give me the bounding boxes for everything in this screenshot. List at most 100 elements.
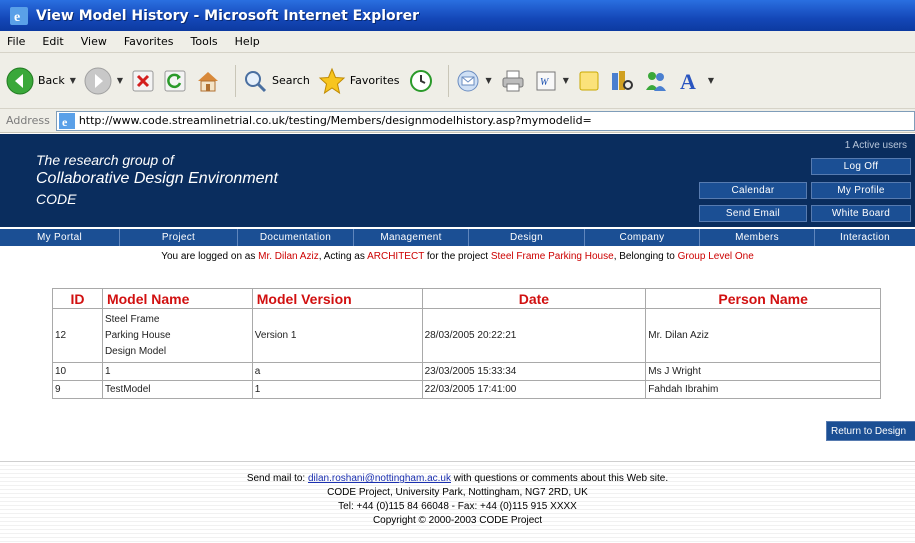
ie-app-icon: e xyxy=(10,6,28,25)
main-nav: My Portal Project Documentation Manageme… xyxy=(0,229,915,246)
search-icon xyxy=(245,70,267,92)
menu-view[interactable]: View xyxy=(81,35,107,48)
home-icon xyxy=(198,71,219,91)
nav-my-portal[interactable]: My Portal xyxy=(0,229,120,246)
cell-id: 12 xyxy=(52,308,103,363)
cell-date: 23/03/2005 15:33:34 xyxy=(421,362,647,381)
address-url: http://www.code.streamlinetrial.co.uk/te… xyxy=(78,114,592,127)
white-board-button[interactable]: White Board xyxy=(811,205,911,222)
cell-model-name: 1 xyxy=(101,362,253,381)
nav-interaction[interactable]: Interaction xyxy=(815,229,915,246)
window-titlebar: e View Model History - Microsoft Interne… xyxy=(0,0,915,31)
menu-help[interactable]: Help xyxy=(235,35,260,48)
model-name-line: Design Model xyxy=(104,345,167,357)
nav-management[interactable]: Management xyxy=(354,229,469,246)
word-doc-icon: W xyxy=(536,71,556,90)
messenger-people-icon xyxy=(645,71,666,91)
footer-mail-line: Send mail to: dilan.roshani@nottingham.a… xyxy=(0,472,915,486)
font-a-icon: A xyxy=(680,69,696,94)
cell-model-name: TestModel xyxy=(101,380,253,399)
research-books-icon xyxy=(611,70,633,90)
stop-button[interactable] xyxy=(131,69,155,93)
menu-edit[interactable]: Edit xyxy=(42,35,63,48)
model-name-line: Steel Frame xyxy=(104,313,160,325)
back-button[interactable]: Back ▼ xyxy=(6,67,76,95)
printer-icon xyxy=(502,70,524,91)
edit-dropdown-icon[interactable]: ▼ xyxy=(563,76,569,85)
address-bar: Address e http://www.code.streamlinetria… xyxy=(0,109,915,133)
footer-text: Send mail to: dilan.roshani@nottingham.a… xyxy=(0,472,915,528)
toolbar-separator xyxy=(447,64,449,97)
mail-button[interactable]: ▼ xyxy=(455,68,492,94)
messenger-button[interactable] xyxy=(643,68,669,94)
stop-icon xyxy=(132,70,154,91)
cell-model-version: Version 1 xyxy=(251,308,423,363)
nav-company[interactable]: Company xyxy=(585,229,700,246)
forward-button[interactable]: ▼ xyxy=(84,67,123,95)
research-button[interactable] xyxy=(609,68,635,94)
logged-project: Steel Frame Parking House xyxy=(490,251,614,262)
model-name-line: Parking House xyxy=(104,329,171,341)
mail-dropdown-icon[interactable]: ▼ xyxy=(486,76,492,85)
font-size-button[interactable]: A ▼ xyxy=(677,68,714,94)
footer-mail-link[interactable]: dilan.roshani@nottingham.ac.uk xyxy=(308,473,451,484)
cell-date: 22/03/2005 17:41:00 xyxy=(421,380,647,399)
menu-file[interactable]: File xyxy=(7,35,25,48)
table-row[interactable]: 9 TestModel 1 22/03/2005 17:41:00 Fahdah… xyxy=(52,380,881,399)
refresh-button[interactable] xyxy=(163,69,187,93)
cell-person-name: Fahdah Ibrahim xyxy=(645,380,881,399)
menu-tools[interactable]: Tools xyxy=(191,35,218,48)
svg-text:e: e xyxy=(14,10,20,25)
nav-members[interactable]: Members xyxy=(700,229,815,246)
table-header-row: ID Model Name Model Version Date Person … xyxy=(52,288,881,309)
footer-mail-prefix: Send mail to: xyxy=(246,473,306,484)
table-row[interactable]: 10 1 a 23/03/2005 15:33:34 Ms J Wright xyxy=(52,362,881,381)
footer-mail-suffix: with questions or comments about this We… xyxy=(453,473,669,484)
discuss-button[interactable] xyxy=(577,69,601,93)
brand-line-1: The research group of xyxy=(36,152,174,168)
cell-model-version: a xyxy=(251,362,423,381)
return-to-design-button[interactable]: Return to Design xyxy=(826,421,915,441)
column-header-date: Date xyxy=(421,288,647,309)
cell-model-version: 1 xyxy=(251,380,423,399)
home-button[interactable] xyxy=(195,68,221,94)
back-dropdown-icon[interactable]: ▼ xyxy=(70,76,76,85)
footer-copyright: Copyright © 2000-2003 CODE Project xyxy=(372,515,543,526)
nav-documentation[interactable]: Documentation xyxy=(238,229,354,246)
favorites-button[interactable]: Favorites xyxy=(318,67,400,95)
refresh-icon xyxy=(164,70,186,91)
mail-icon xyxy=(457,70,479,91)
history-button[interactable] xyxy=(408,68,434,94)
my-profile-button[interactable]: My Profile xyxy=(811,182,911,199)
forward-arrow-icon xyxy=(84,67,112,94)
favorites-star-icon xyxy=(318,67,346,94)
font-dropdown-icon[interactable]: ▼ xyxy=(708,76,714,85)
brand-line-2: Collaborative Design Environment xyxy=(36,170,278,187)
favorites-label: Favorites xyxy=(349,74,400,87)
calendar-button[interactable]: Calendar xyxy=(699,182,807,199)
search-button[interactable]: Search xyxy=(242,68,310,94)
forward-dropdown-icon[interactable]: ▼ xyxy=(117,76,123,85)
logged-for-project: for the project xyxy=(426,251,489,262)
cell-date: 28/03/2005 20:22:21 xyxy=(421,308,647,363)
footer-phone: Tel: +44 (0)115 84 66048 - Fax: +44 (0)1… xyxy=(338,501,577,512)
menu-favorites[interactable]: Favorites xyxy=(124,35,174,48)
logged-on-status: You are logged on as Mr. Dilan Aziz, Act… xyxy=(0,251,915,262)
cell-id: 9 xyxy=(52,380,103,399)
nav-design[interactable]: Design xyxy=(469,229,585,246)
back-arrow-icon xyxy=(6,67,34,94)
browser-toolbar: Back ▼ ▼ Search Favorites ▼ W ▼ A ▼ xyxy=(0,53,915,109)
logged-acting: , Acting as xyxy=(318,251,365,262)
edit-button[interactable]: W ▼ xyxy=(534,69,569,93)
print-button[interactable] xyxy=(500,68,526,94)
page-footer: Send mail to: dilan.roshani@nottingham.a… xyxy=(0,461,915,543)
log-off-button[interactable]: Log Off xyxy=(811,158,911,175)
table-row[interactable]: 12 Steel Frame Parking House Design Mode… xyxy=(52,308,881,363)
cell-id: 10 xyxy=(52,362,103,381)
history-icon xyxy=(409,69,432,92)
send-email-button[interactable]: Send Email xyxy=(699,205,807,222)
brand-line-3: CODE xyxy=(36,191,77,207)
column-header-model-name: Model Name xyxy=(101,288,253,309)
nav-project[interactable]: Project xyxy=(120,229,238,246)
address-input[interactable]: e http://www.code.streamlinetrial.co.uk/… xyxy=(55,110,915,131)
